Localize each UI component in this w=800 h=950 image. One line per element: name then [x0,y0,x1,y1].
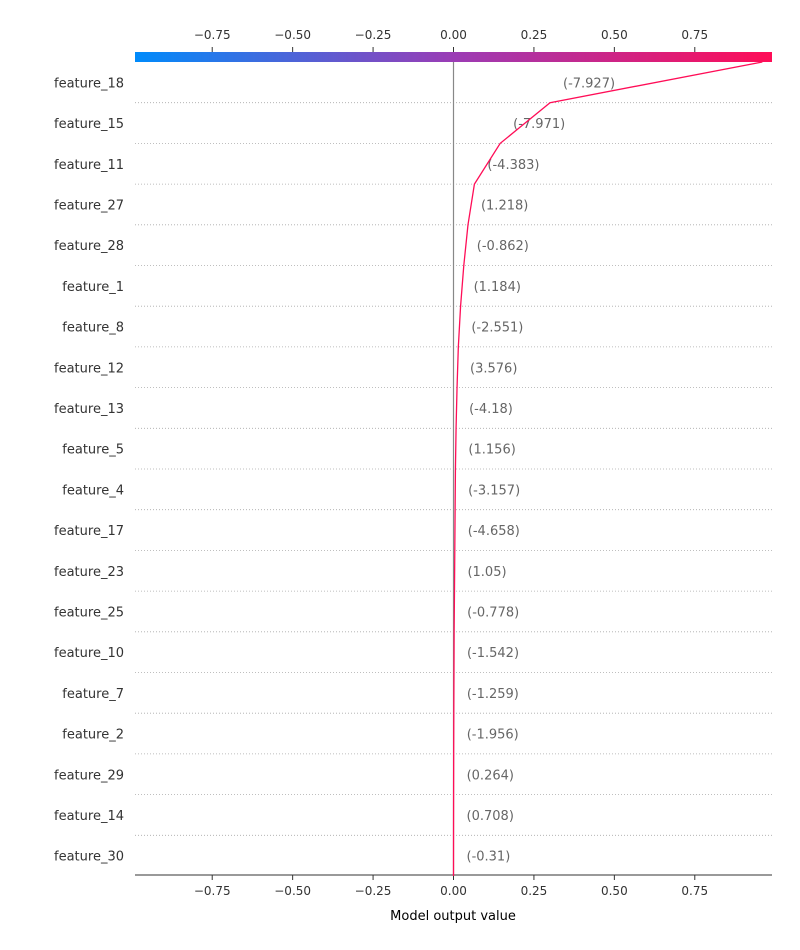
feature-value-label: (-1.956) [467,728,519,743]
feature-label: feature_29 [54,768,124,783]
top-tick-label: 0.25 [521,28,548,42]
feature-label: feature_28 [54,239,124,254]
feature-label: feature_15 [54,117,124,132]
feature-value-label: (-4.658) [468,524,520,539]
feature-label: feature_13 [54,402,124,417]
top-tick-label: −0.25 [355,28,392,42]
top-axis: −0.75 −0.50 −0.25 0.00 0.25 0.50 0.75 [194,28,708,52]
top-tick-label: −0.75 [194,28,231,42]
feature-label: feature_7 [62,687,124,702]
top-tick-label: 0.50 [601,28,628,42]
feature-label: feature_18 [54,76,124,91]
feature-value-label: (-1.542) [467,646,519,661]
feature-value-labels: (-7.927) (-7.971) (-4.383) (1.218) (-0.862) (… [467,76,616,864]
colorbar [135,52,772,62]
feature-value-label: (0.708) [467,809,514,824]
top-tick-label: 0.00 [440,28,467,42]
top-tick-label: −0.50 [274,28,311,42]
bottom-tick-label: 0.50 [601,884,628,898]
bottom-tick-label: −0.25 [355,884,392,898]
feature-label: feature_10 [54,646,124,661]
feature-value-label: (1.05) [467,565,506,580]
feature-label: feature_17 [54,524,124,539]
bottom-axis: −0.75 −0.50 −0.25 0.00 0.25 0.50 0.75 [135,874,772,898]
feature-value-label: (-4.383) [487,158,539,173]
feature-value-label: (0.264) [467,768,514,783]
feature-value-label: (1.156) [468,443,515,458]
feature-label: feature_11 [54,158,124,173]
feature-value-label: (-0.31) [467,850,511,865]
feature-value-label: (-0.778) [467,605,519,620]
feature-label: feature_1 [62,280,124,295]
feature-label: feature_25 [54,605,124,620]
feature-value-label: (1.184) [474,280,521,295]
feature-label: feature_2 [62,728,124,743]
bottom-tick-label: 0.75 [681,884,708,898]
x-axis-title: Model output value [390,909,516,924]
feature-value-label: (1.218) [481,198,528,213]
feature-value-label: (-7.971) [513,117,565,132]
feature-label: feature_30 [54,850,124,865]
bottom-tick-label: 0.00 [440,884,467,898]
feature-label: feature_4 [62,483,124,498]
bottom-tick-label: −0.50 [274,884,311,898]
feature-value-label: (-1.259) [467,687,519,702]
decision-path-line [452,61,763,877]
feature-value-label: (-3.157) [468,483,520,498]
feature-label: feature_8 [62,321,124,336]
feature-value-label: (-4.18) [469,402,513,417]
feature-value-label: (-2.551) [471,321,523,336]
feature-value-label: (-0.862) [477,239,529,254]
bottom-tick-label: 0.25 [521,884,548,898]
feature-label: feature_23 [54,565,124,580]
feature-label: feature_14 [54,809,124,824]
feature-labels: feature_18 feature_15 feature_11 feature_27… [54,76,124,864]
feature-value-label: (3.576) [470,361,517,376]
feature-label: feature_5 [62,443,124,458]
feature-value-label: (-7.927) [563,76,615,91]
feature-label: feature_12 [54,361,124,376]
bottom-tick-label: −0.75 [194,884,231,898]
top-tick-label: 0.75 [681,28,708,42]
decision-plot: −0.75 −0.50 −0.25 0.00 0.25 0.50 0.75 −0.75 −0.… [54,28,772,924]
feature-label: feature_27 [54,198,124,213]
